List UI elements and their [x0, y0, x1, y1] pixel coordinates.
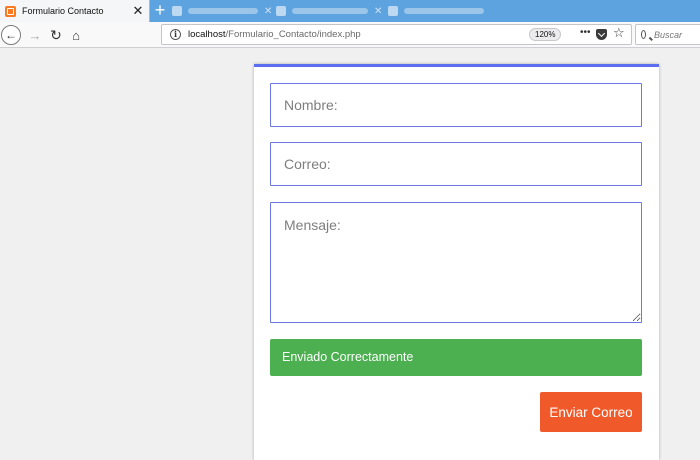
name-field[interactable]: [270, 83, 642, 127]
home-icon[interactable]: ⌂: [66, 25, 86, 45]
close-tab-icon[interactable]: ✕: [264, 6, 272, 17]
reload-icon[interactable]: ↻: [46, 25, 66, 45]
url-host: localhost: [188, 29, 226, 40]
search-bar[interactable]: [635, 24, 700, 45]
url-text[interactable]: localhost/Formulario_Contacto/index.php: [188, 29, 361, 40]
close-tab-icon[interactable]: ✕: [374, 6, 382, 17]
forward-arrow-icon[interactable]: →: [25, 25, 45, 45]
xampp-icon: [5, 5, 16, 17]
site-info-icon[interactable]: i: [170, 29, 181, 40]
message-field[interactable]: [270, 202, 642, 323]
tab-strip: Formulario Contacto ✕ + ✕ ✕: [0, 0, 700, 22]
new-tab-icon[interactable]: +: [152, 1, 168, 20]
navigation-bar: ← → ↻ ⌂ i localhost/Formulario_Contacto/…: [0, 22, 700, 48]
tab-favicon-icon: [172, 6, 182, 16]
pocket-icon[interactable]: [596, 29, 607, 40]
tab-favicon-icon: [388, 6, 398, 16]
contact-form-card: Enviado Correctamente Enviar Correo: [254, 64, 659, 460]
tab-formulario-contacto[interactable]: Formulario Contacto ✕: [0, 0, 150, 22]
blurred-tab-title: [188, 8, 258, 14]
background-tab[interactable]: ✕: [172, 3, 272, 19]
page-actions-more-icon[interactable]: •••: [580, 27, 591, 38]
tab-title: Formulario Contacto: [22, 6, 104, 16]
address-bar[interactable]: i localhost/Formulario_Contacto/index.ph…: [161, 24, 632, 45]
search-input[interactable]: [654, 29, 700, 40]
blurred-tab-title: [404, 8, 484, 14]
search-icon: [641, 30, 646, 39]
background-tab[interactable]: ✕: [276, 3, 382, 19]
background-tab[interactable]: [388, 3, 484, 19]
url-path: /Formulario_Contacto/index.php: [225, 29, 361, 40]
zoom-level-badge[interactable]: 120%: [529, 28, 562, 41]
tab-favicon-icon: [276, 6, 286, 16]
success-alert: Enviado Correctamente: [270, 339, 642, 376]
email-field[interactable]: [270, 142, 642, 186]
blurred-tab-title: [292, 8, 368, 14]
bookmark-star-icon[interactable]: ☆: [613, 26, 625, 40]
send-email-button[interactable]: Enviar Correo: [540, 392, 642, 432]
close-tab-icon[interactable]: ✕: [131, 4, 145, 18]
back-arrow-icon[interactable]: ←: [1, 25, 21, 45]
